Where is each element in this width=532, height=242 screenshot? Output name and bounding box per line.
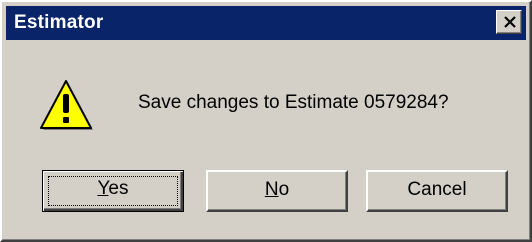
title-bar[interactable]: Estimator [6, 6, 526, 40]
no-button-label: No [265, 179, 289, 200]
cancel-button-label: Cancel [407, 179, 467, 200]
cancel-button[interactable]: Cancel [366, 170, 508, 212]
yes-button-label: Yes [97, 178, 128, 199]
warning-icon [40, 80, 93, 130]
yes-label-rest: es [108, 178, 129, 199]
message-text: Save changes to Estimate 0579284? [138, 92, 449, 113]
no-mnemonic: N [264, 179, 279, 200]
no-button[interactable]: No [206, 170, 348, 212]
close-button[interactable] [496, 10, 522, 34]
window-title: Estimator [14, 12, 104, 33]
message-dialog: Estimator Save changes to Estimate 05792… [0, 0, 532, 242]
yes-button[interactable]: Yes [42, 170, 184, 212]
close-icon [504, 16, 516, 28]
no-label-rest: o [278, 179, 290, 200]
yes-mnemonic: Y [97, 178, 109, 199]
